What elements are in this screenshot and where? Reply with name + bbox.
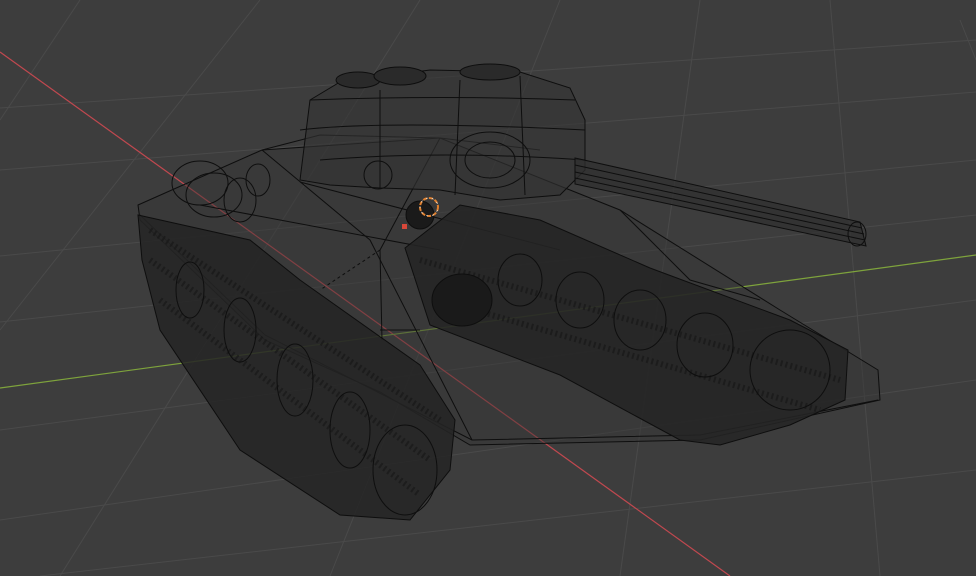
turret-wireframe (299, 63, 586, 201)
viewport-canvas[interactable] (0, 0, 976, 576)
object-origin-marker[interactable] (402, 224, 407, 229)
3d-viewport[interactable] (0, 0, 976, 576)
